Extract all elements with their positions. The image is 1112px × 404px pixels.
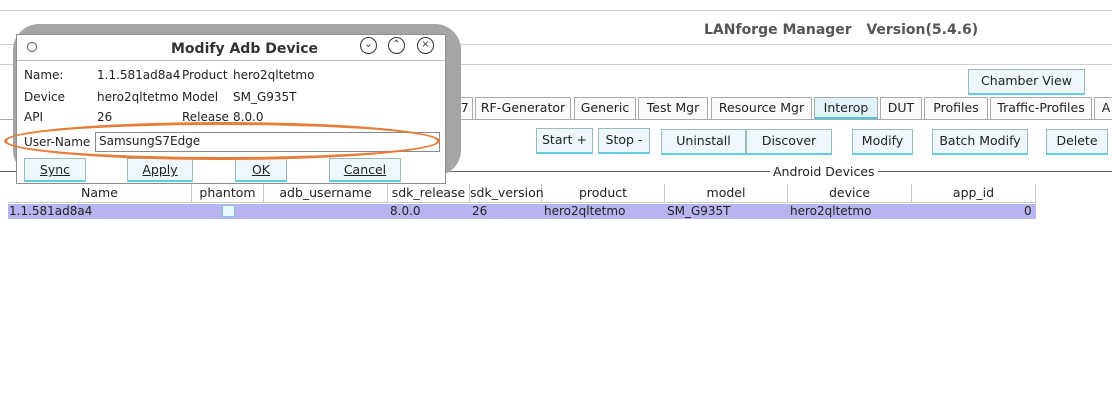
tab-label: RF-Generator (480, 100, 566, 115)
tab-traffic-profiles[interactable]: Traffic-Profiles (990, 97, 1092, 119)
discover-button[interactable]: Discover (746, 129, 832, 155)
app-title: LANforge Manager Version(5.4.6) (704, 22, 979, 38)
ok-button[interactable]: OK (235, 158, 287, 182)
tab-dut[interactable]: DUT (880, 97, 922, 119)
model-value: SM_G935T (233, 90, 297, 104)
tab-rf-generator[interactable]: RF-Generator (475, 97, 571, 119)
cell-product: hero2qltetmo (544, 204, 626, 218)
apply-button[interactable]: Apply (127, 158, 193, 182)
delete-label: Delete (1056, 133, 1098, 148)
cell-device: hero2qltetmo (790, 204, 872, 218)
cell-sdk-version: 26 (472, 204, 488, 218)
api-label: API (24, 110, 43, 122)
column-header-sdk-version[interactable]: sdk_version (470, 184, 544, 202)
table-row[interactable] (8, 204, 1036, 219)
cell-app-id: 0 (1024, 204, 1032, 218)
tab-label: A (1101, 100, 1111, 115)
api-value: 26 (97, 110, 113, 122)
name-label: Name: (24, 68, 64, 82)
product-value: hero2qltetmo (233, 68, 315, 82)
minimize-icon[interactable]: ⌄ (360, 37, 377, 54)
cancel-label: Cancel (343, 162, 387, 177)
column-header-sdk-release[interactable]: sdk_release (388, 184, 470, 202)
batch-modify-button[interactable]: Batch Modify (932, 129, 1028, 155)
tab-resource-mgr[interactable]: Resource Mgr (711, 97, 812, 119)
ok-label: OK (251, 162, 271, 177)
apply-label: Apply (142, 162, 178, 177)
tab-generic[interactable]: Generic (574, 97, 636, 119)
tab-label: Traffic-Profiles (997, 100, 1085, 115)
product-label: Product (182, 68, 228, 82)
window-menu-icon[interactable] (27, 42, 37, 52)
discover-label: Discover (761, 133, 817, 148)
column-header-name[interactable]: Name (8, 184, 192, 202)
modify-button[interactable]: Modify (852, 129, 913, 155)
android-devices-title: Android Devices (770, 164, 878, 179)
sync-button[interactable]: Sync (24, 158, 86, 182)
column-header-phantom[interactable]: phantom (192, 184, 264, 202)
stop-button[interactable]: Stop - (598, 128, 650, 154)
delete-button[interactable]: Delete (1046, 129, 1108, 155)
highlight-ellipse (4, 122, 440, 160)
cell-sdk-release: 8.0.0 (390, 204, 421, 218)
start-button[interactable]: Start + (536, 128, 593, 154)
column-header-product[interactable]: product (542, 184, 665, 202)
tab-label: DUT (887, 100, 915, 115)
dialog-title: Modify Adb Device (171, 41, 319, 57)
start-label: Start + (542, 132, 587, 147)
sync-label: Sync (39, 162, 71, 177)
tab-label: Resource Mgr (718, 100, 805, 115)
column-header-model[interactable]: model (665, 184, 788, 202)
column-header-app-id[interactable]: app_id (912, 184, 1036, 202)
tab-test-mgr[interactable]: Test Mgr (638, 97, 708, 119)
tab-profiles[interactable]: Profiles (924, 97, 988, 119)
tab-label: Interop (823, 100, 869, 115)
uninstall-label: Uninstall (676, 133, 731, 148)
chamber-view-label: Chamber View (981, 73, 1072, 88)
device-label: Device (24, 90, 66, 104)
column-header-device[interactable]: device (788, 184, 912, 202)
chamber-view-button[interactable]: Chamber View (968, 69, 1085, 95)
cancel-button[interactable]: Cancel (329, 158, 401, 182)
cell-model: SM_G935T (667, 204, 731, 218)
tab-label: Test Mgr (646, 100, 700, 115)
tab-label: Profiles (933, 100, 979, 115)
dialog-title-divider (17, 60, 445, 61)
uninstall-button[interactable]: Uninstall (661, 129, 746, 155)
release-value: 8.0.0 (233, 110, 264, 122)
modify-label: Modify (861, 133, 904, 148)
maximize-icon[interactable]: ⌃ (388, 37, 405, 54)
device-value: hero2qltetmo (97, 90, 179, 104)
tab-a[interactable]: A (1094, 97, 1112, 119)
header-divider (8, 202, 1036, 203)
batch-modify-label: Batch Modify (939, 133, 1021, 148)
tab-label: Generic (580, 100, 630, 115)
release-label: Release (182, 110, 229, 122)
name-value: 1.1.581ad8a4 (97, 68, 181, 82)
tab-interop[interactable]: Interop (814, 97, 878, 119)
cell-name: 1.1.581ad8a4 (9, 204, 93, 218)
model-label: Model (182, 90, 219, 104)
column-header-adb-username[interactable]: adb_username (264, 184, 388, 202)
api-row-clip: API 26 Release 8.0.0 (17, 108, 445, 122)
phantom-checkbox[interactable] (222, 205, 235, 217)
stop-label: Stop - (605, 132, 643, 147)
close-icon[interactable]: × (417, 37, 434, 54)
